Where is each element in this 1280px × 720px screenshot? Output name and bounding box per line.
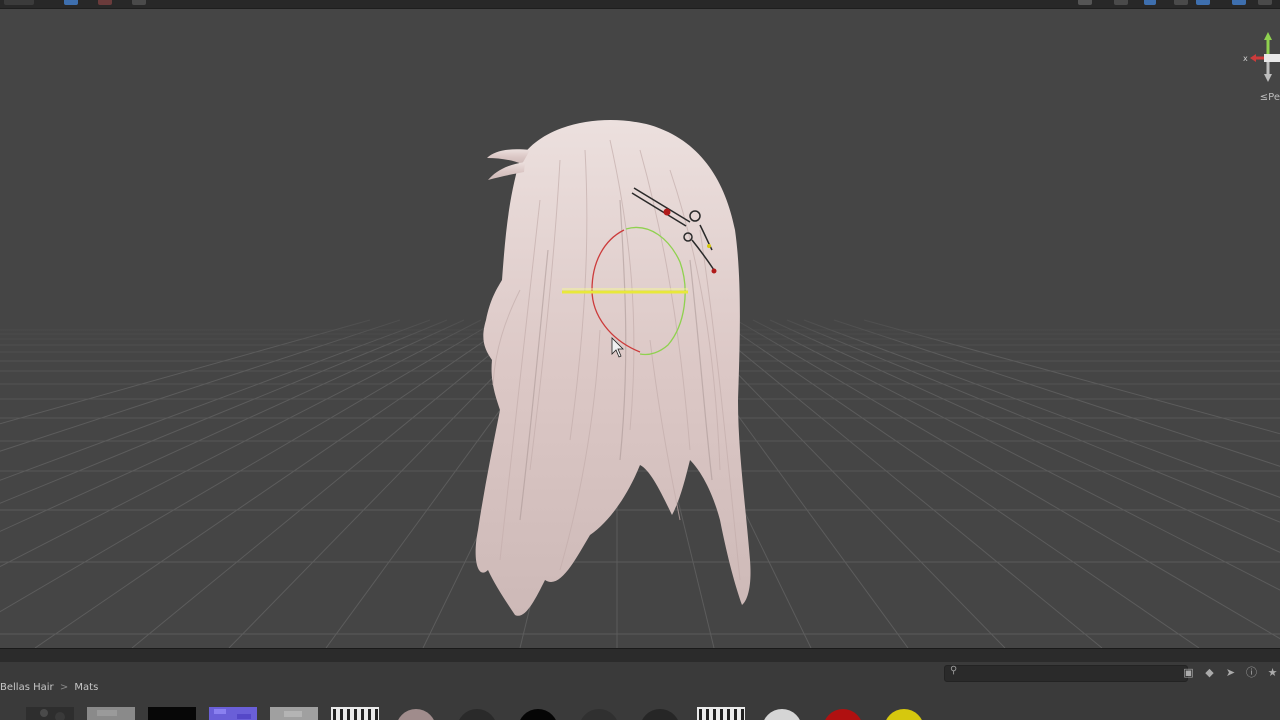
view-options-button[interactable] — [1258, 0, 1272, 5]
hair-model — [475, 120, 751, 616]
panel-divider[interactable] — [0, 648, 1280, 663]
tag-icon[interactable]: ◆ — [1202, 665, 1217, 680]
asset-thumbnail-white-sphere[interactable] — [758, 706, 806, 720]
scene-canvas — [0, 120, 1280, 648]
grid-toggle-button[interactable] — [1232, 0, 1246, 5]
asset-thumbnail-gray-noise[interactable] — [87, 706, 135, 720]
layout-tab[interactable] — [4, 0, 34, 5]
asset-thumbnail-blue-normal[interactable] — [209, 706, 257, 720]
asset-thumbnail-stripes-2[interactable] — [697, 706, 745, 720]
project-toolbar: ▣ ◆ ➤ ⓘ ★ — [1181, 664, 1280, 680]
create-prefab-icon[interactable]: ▣ — [1181, 665, 1196, 680]
search-field[interactable]: ⚲ — [944, 665, 1188, 682]
breadcrumb-item-mats[interactable]: Mats — [74, 682, 98, 693]
rect-tool-button[interactable] — [132, 0, 146, 5]
search-icon: ⚲ — [950, 665, 958, 676]
x-axis-label: x — [1243, 54, 1248, 63]
asset-thumbnail-dark-sphere-1[interactable] — [453, 706, 501, 720]
orientation-gizmo[interactable]: x — [1240, 32, 1280, 92]
asset-thumbnail-red-sphere[interactable] — [819, 706, 867, 720]
audio-toggle-button[interactable] — [1078, 0, 1092, 5]
effects-toggle-button[interactable] — [1114, 0, 1128, 5]
star-icon[interactable]: ★ — [1265, 665, 1280, 680]
project-panel: ⚲ ▣ ◆ ➤ ⓘ ★ Bellas Hair > Mats — [0, 662, 1280, 720]
asset-thumbnail-gray-texture[interactable] — [270, 706, 318, 720]
gizmos-toggle-button[interactable] — [1144, 0, 1156, 5]
move-tool-button[interactable] — [64, 0, 78, 5]
projection-label[interactable]: ≤Pe — [1260, 92, 1280, 103]
scene-viewport[interactable]: x ≤Pe — [0, 8, 1280, 648]
hidden-objects-button[interactable] — [1174, 0, 1188, 5]
asset-thumbnail-dark-sphere-3[interactable] — [636, 706, 684, 720]
asset-thumbnail-dark-fur[interactable] — [26, 706, 74, 720]
asset-thumbnail-stripes[interactable] — [331, 706, 379, 720]
asset-thumbnail-pink-sphere[interactable] — [392, 706, 440, 720]
breadcrumb-separator-icon: > — [59, 682, 69, 693]
info-icon[interactable]: ⓘ — [1244, 665, 1259, 680]
scene-camera-button[interactable] — [1196, 0, 1210, 5]
breadcrumb: Bellas Hair > Mats — [0, 682, 98, 693]
asset-grid — [0, 706, 1280, 720]
asset-thumbnail-dark-sphere-2[interactable] — [575, 706, 623, 720]
rotate-tool-button[interactable] — [98, 0, 112, 5]
center-cube-icon — [1264, 54, 1280, 62]
asset-thumbnail-yellow-sphere[interactable] — [880, 706, 928, 720]
pin-icon[interactable]: ➤ — [1223, 665, 1238, 680]
breadcrumb-item-bellas-hair[interactable]: Bellas Hair — [0, 682, 54, 693]
asset-thumbnail-black-sphere[interactable] — [514, 706, 562, 720]
asset-thumbnail-black[interactable] — [148, 706, 196, 720]
